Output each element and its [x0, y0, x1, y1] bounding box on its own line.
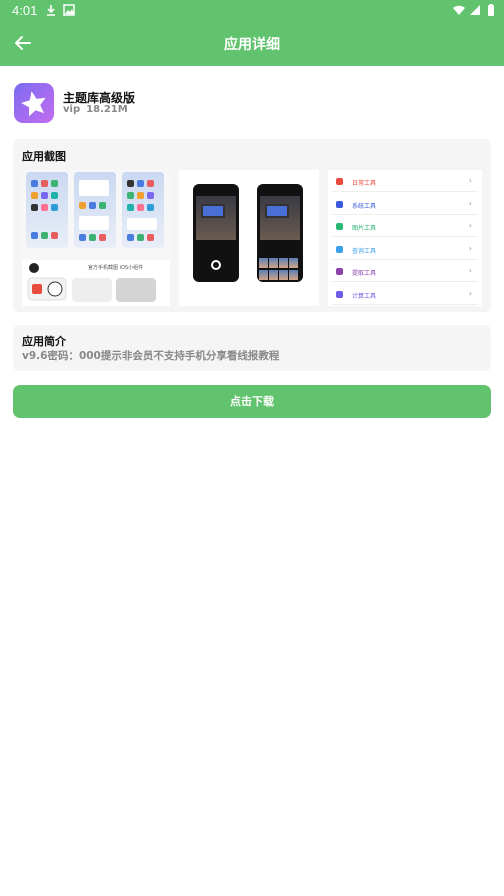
- download-icon: [47, 5, 55, 16]
- status-time: 4:01: [12, 3, 38, 18]
- screenshot-3[interactable]: 日常工具 › 系统工具 › 图片工具 › 查询工具 › 提取工具 › 计算工具 ›: [328, 170, 482, 306]
- tool-icon: [336, 291, 343, 298]
- tool-list-item: 提取工具 ›: [332, 262, 478, 283]
- widget-caption: 官方手机截图 iOS小组件: [88, 265, 144, 271]
- screenshots-strip[interactable]: 官方手机截图 iOS小组件 日常工具 › 系统工具 › 图片工具 › 查询工具 › 提取工具 › 计…: [22, 170, 482, 306]
- tool-list-item: 系统工具 ›: [332, 195, 478, 215]
- tool-icon: [336, 245, 343, 253]
- page-title: 应用详细: [224, 37, 280, 53]
- intro-title: 应用简介: [22, 335, 66, 348]
- phone-preview: [122, 172, 164, 248]
- tool-icon: [336, 223, 343, 231]
- chevron-right-icon: ›: [468, 266, 472, 276]
- chevron-right-icon: ›: [468, 221, 472, 231]
- tool-label: 系统工具: [352, 202, 377, 210]
- intro-card: 应用简介 v9.6密码：000提示非会员不支持手机分享看线报教程: [13, 325, 491, 371]
- tool-list-item: 查询工具 ›: [332, 240, 478, 260]
- tool-list-item: 图片工具 ›: [332, 217, 478, 238]
- chevron-right-icon: ›: [468, 176, 472, 185]
- app-meta: vip 18.21M: [63, 104, 134, 115]
- app-bar: 应用详细: [0, 20, 504, 66]
- phone-camera-preview: [257, 184, 303, 282]
- photo-icon: [63, 4, 75, 16]
- phone-preview: [74, 172, 116, 248]
- app-size: 18.21M: [86, 104, 128, 115]
- star-app-icon: [14, 83, 54, 123]
- tool-icon: [336, 200, 343, 208]
- status-bar: 4:01: [0, 0, 504, 20]
- chevron-right-icon: ›: [468, 198, 472, 208]
- tool-label: 提取工具: [352, 270, 377, 278]
- widget-preview: 官方手机截图 iOS小组件: [22, 260, 170, 306]
- tool-label: 查询工具: [352, 247, 377, 255]
- tool-label: 日常工具: [352, 180, 377, 187]
- chevron-right-icon: ›: [468, 243, 472, 253]
- wifi-icon: [453, 5, 465, 15]
- app-tag: vip: [63, 104, 81, 115]
- star-icon: [21, 91, 46, 117]
- screenshot-1[interactable]: 官方手机截图 iOS小组件: [22, 170, 170, 306]
- tool-list-item: 日常工具 ›: [332, 172, 478, 192]
- screenshots-card: 应用截图 官方手机截图 iOS小组件 日常工具 › 系统工具 › 图片工具 › …: [13, 139, 491, 312]
- tool-label: 计算工具: [352, 293, 377, 300]
- screenshot-2[interactable]: [179, 170, 319, 306]
- phone-camera-preview: [193, 184, 239, 282]
- phone-preview: [26, 172, 68, 248]
- tool-label: 图片工具: [352, 225, 377, 233]
- screenshots-title: 应用截图: [22, 150, 66, 163]
- tool-icon: [336, 268, 343, 276]
- chevron-right-icon: ›: [468, 289, 472, 298]
- tool-list-item: 计算工具 ›: [332, 285, 478, 305]
- intro-text: v9.6密码：000提示非会员不支持手机分享看线报教程: [22, 350, 280, 362]
- battery-icon: [488, 4, 494, 16]
- signal-icon: [470, 5, 480, 15]
- tool-icon: [336, 178, 343, 185]
- download-button[interactable]: 点击下载: [13, 385, 491, 418]
